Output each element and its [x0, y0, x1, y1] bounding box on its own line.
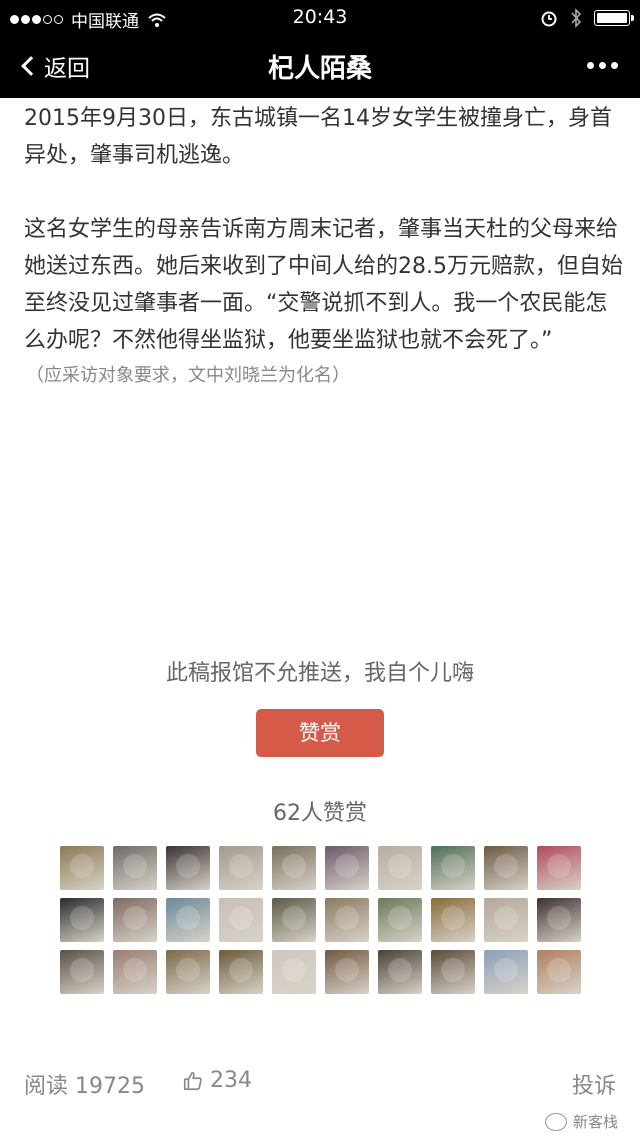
- wechat-icon: [544, 1112, 567, 1131]
- reward-avatar[interactable]: [537, 950, 581, 994]
- navigation-bar: 返回 杞人陌桑: [0, 36, 640, 98]
- reward-avatar[interactable]: [484, 846, 528, 890]
- reward-avatar[interactable]: [272, 846, 316, 890]
- more-options-icon[interactable]: [587, 62, 618, 69]
- thumbs-up-icon: [183, 1071, 202, 1090]
- battery-icon: [594, 10, 634, 26]
- reward-avatar[interactable]: [378, 846, 422, 890]
- reward-avatar-grid: [60, 846, 581, 994]
- reward-avatar[interactable]: [219, 846, 263, 890]
- reward-avatar[interactable]: [113, 898, 157, 942]
- reward-avatar[interactable]: [431, 846, 475, 890]
- reward-avatar[interactable]: [325, 846, 369, 890]
- reward-button[interactable]: 赞赏: [256, 709, 384, 757]
- article-paragraph: 这名女学生的母亲告诉南方周末记者，肇事当天杜的父母来给她送过东西。她后来收到了中…: [24, 217, 623, 353]
- back-label: 返回: [44, 56, 90, 82]
- reward-avatar[interactable]: [219, 950, 263, 994]
- reward-avatar[interactable]: [431, 898, 475, 942]
- reward-avatar[interactable]: [325, 950, 369, 994]
- reward-avatar[interactable]: [325, 898, 369, 942]
- watermark: 新客栈: [544, 1111, 618, 1132]
- reward-avatar[interactable]: [113, 950, 157, 994]
- reward-slogan: 此稿报馆不允推送，我自个儿嗨: [165, 661, 474, 686]
- like-count: 234: [210, 1068, 252, 1093]
- page-title: 杞人陌桑: [267, 54, 372, 84]
- reward-avatar[interactable]: [378, 950, 422, 994]
- reward-avatar[interactable]: [431, 950, 475, 994]
- alarm-icon: [541, 11, 557, 27]
- report-link[interactable]: 投诉: [572, 1068, 616, 1100]
- reward-avatar[interactable]: [272, 898, 316, 942]
- article-paragraph: 2015年9月30日，东古城镇一名14岁女学生被撞身亡，身首异处，肇事司机逃逸。: [24, 106, 612, 168]
- reward-avatar[interactable]: [484, 950, 528, 994]
- watermark-text: 新客栈: [572, 1113, 618, 1131]
- reward-avatar[interactable]: [60, 950, 104, 994]
- reward-avatar[interactable]: [166, 950, 210, 994]
- reward-avatar[interactable]: [378, 898, 422, 942]
- reward-avatar[interactable]: [113, 846, 157, 890]
- status-right: [540, 8, 634, 28]
- reward-count: 62人赞赏: [273, 801, 367, 826]
- reward-section: 此稿报馆不允推送，我自个儿嗨 赞赏: [0, 655, 640, 757]
- bluetooth-icon: [571, 8, 582, 28]
- reward-avatar[interactable]: [484, 898, 528, 942]
- reward-avatar[interactable]: [60, 846, 104, 890]
- reward-avatar[interactable]: [219, 898, 263, 942]
- reward-avatar[interactable]: [166, 846, 210, 890]
- status-bar: 中国联通 20:43: [0, 0, 640, 36]
- like-button[interactable]: 234: [182, 1068, 252, 1093]
- read-count: 阅读 19725: [24, 1074, 145, 1099]
- chevron-left-icon: [21, 56, 41, 76]
- back-button[interactable]: 返回: [18, 49, 90, 83]
- reward-avatar[interactable]: [537, 846, 581, 890]
- reward-avatar[interactable]: [537, 898, 581, 942]
- reward-avatar[interactable]: [60, 898, 104, 942]
- article-footer: 阅读 19725 234 投诉: [0, 1060, 640, 1110]
- article-body: 2015年9月30日，东古城镇一名14岁女学生被撞身亡，身首异处，肇事司机逃逸。…: [24, 100, 624, 427]
- article-note: （应采访对象要求，文中刘晓兰为化名）: [26, 365, 350, 386]
- reward-avatar[interactable]: [166, 898, 210, 942]
- reward-avatar[interactable]: [272, 950, 316, 994]
